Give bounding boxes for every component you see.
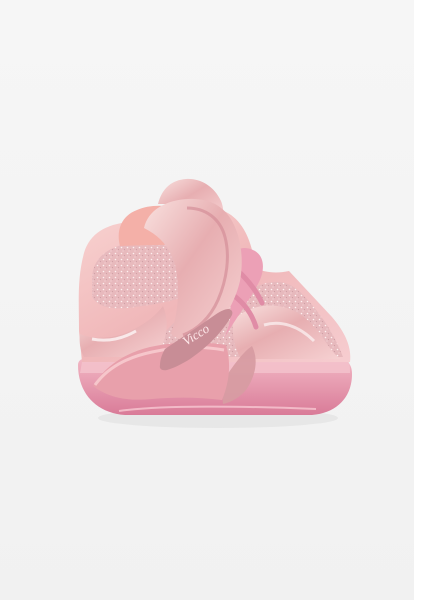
product-image-frame: Vicco <box>0 0 424 600</box>
pink-glitter-sneaker-image: Vicco <box>78 178 352 428</box>
